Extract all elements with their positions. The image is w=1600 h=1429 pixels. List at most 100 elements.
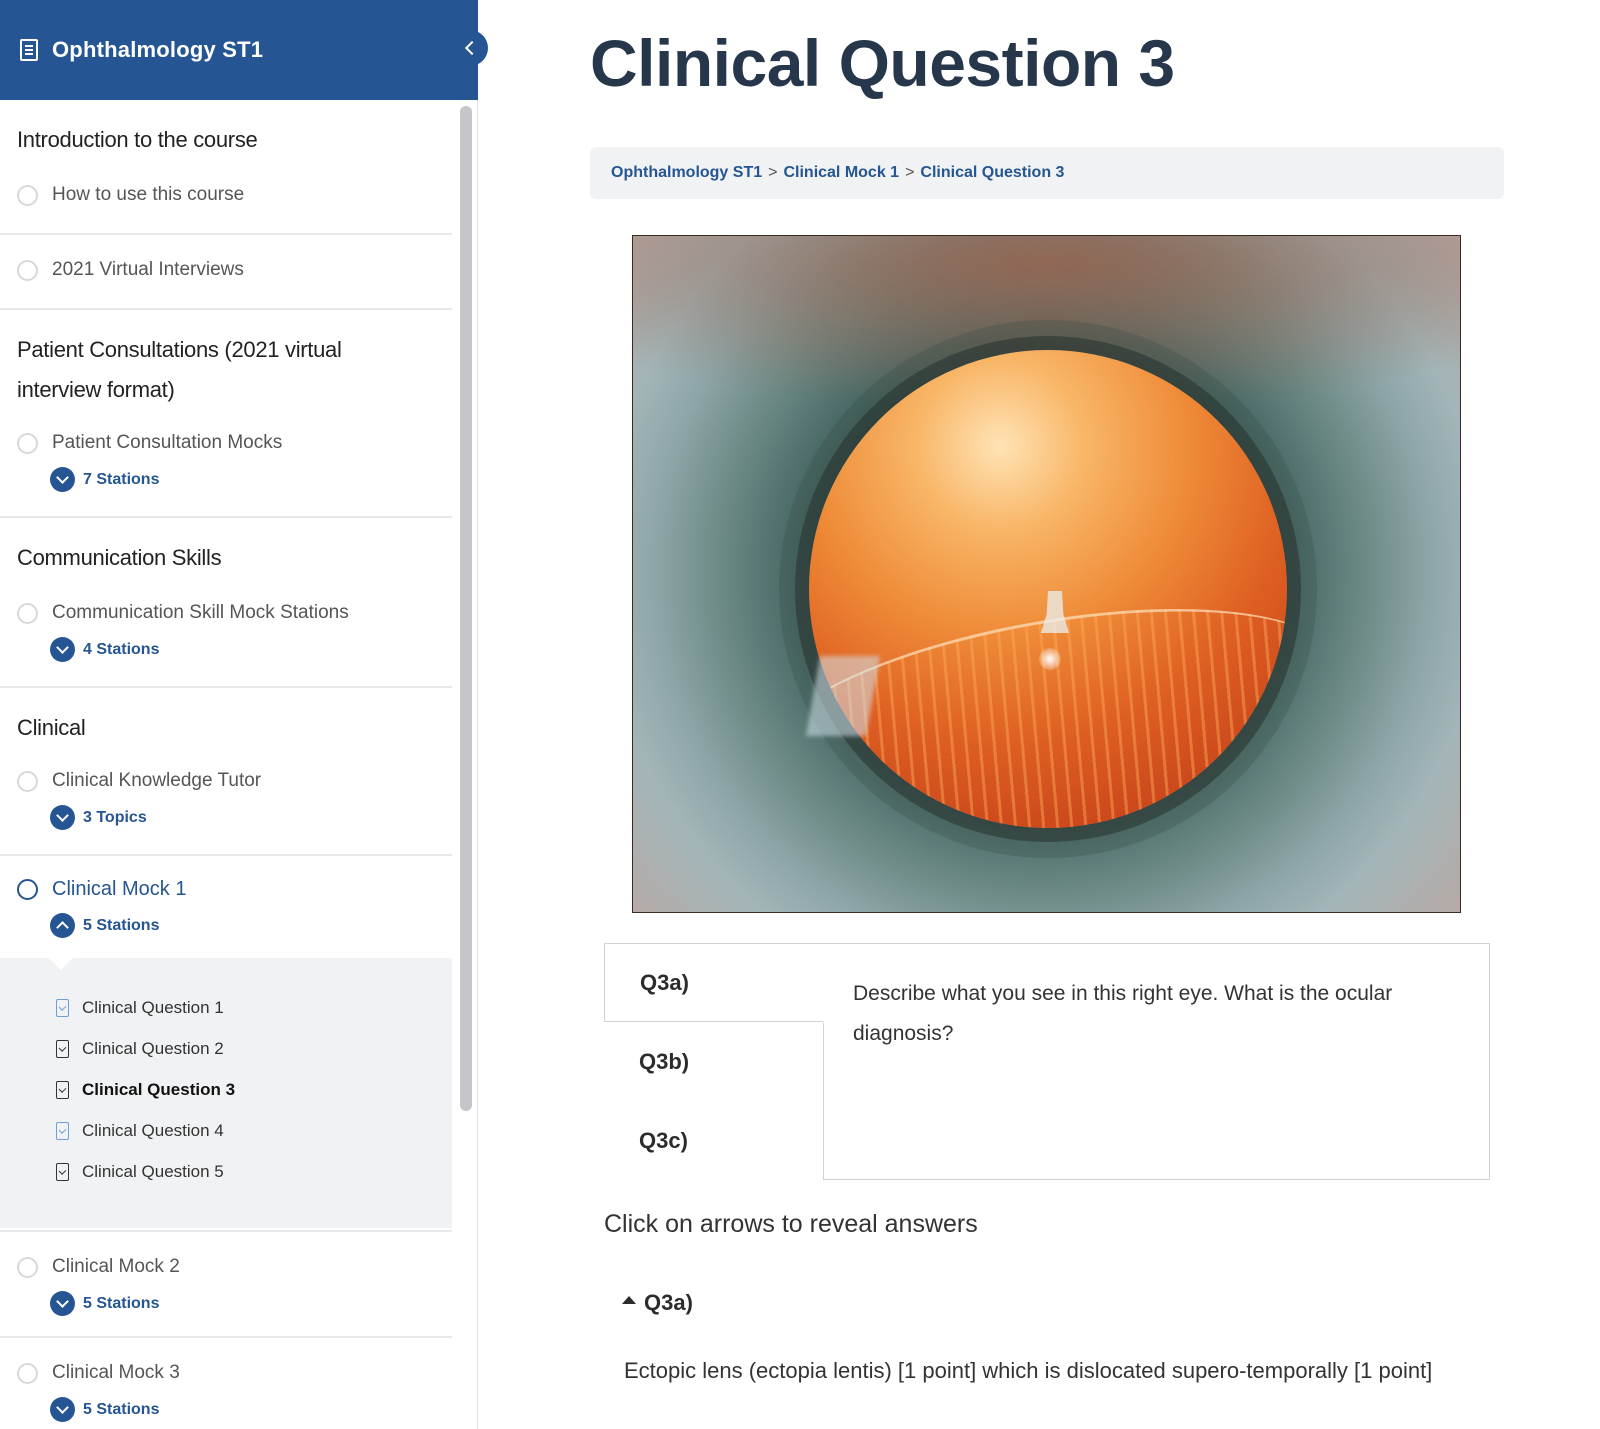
chevron-down-icon [50, 1291, 75, 1316]
collapse-stations-button[interactable]: 5 Stations [50, 913, 159, 938]
lesson-communication-mocks[interactable]: Communication Skill Mock Stations [17, 602, 349, 624]
lesson-virtual-interviews[interactable]: 2021 Virtual Interviews [17, 259, 244, 281]
breadcrumb-course-link[interactable]: Ophthalmology ST1 [611, 164, 762, 182]
chevron-left-icon [464, 40, 480, 56]
tab-q3a[interactable]: Q3a) [604, 943, 824, 1022]
lesson-label: Communication Skill Mock Stations [52, 602, 349, 623]
chevron-down-icon [50, 1397, 75, 1422]
topic-label: Clinical Question 3 [82, 1080, 236, 1099]
expander-label: 4 Stations [83, 640, 160, 658]
tab-panel: Describe what you see in this right eye.… [822, 943, 1490, 1180]
lesson-clinical-mock-2[interactable]: Clinical Mock 2 [17, 1256, 180, 1278]
expander-label: 5 Stations [83, 916, 160, 934]
course-sidebar: Ophthalmology ST1 Introduction to the co… [0, 0, 478, 1429]
section-introduction: Introduction to the course How to use th… [0, 100, 452, 235]
course-book-icon [20, 39, 38, 61]
lesson-label: Clinical Mock 2 [52, 1256, 180, 1277]
section-virtual-interviews: 2021 Virtual Interviews [0, 235, 452, 310]
sidebar-scrollbar[interactable] [458, 104, 472, 1429]
topic-icon [56, 999, 69, 1017]
chevron-down-icon [50, 805, 75, 830]
expand-stations-button[interactable]: 4 Stations [50, 637, 159, 662]
answer-accordion-toggle[interactable]: Q3a) [622, 1290, 693, 1316]
topic-clinical-question-5[interactable]: Clinical Question 5 [56, 1162, 224, 1182]
progress-circle-icon [17, 184, 38, 206]
breadcrumb-separator: > [905, 164, 915, 181]
chevron-down-icon [50, 637, 75, 662]
eye-photograph [632, 235, 1461, 913]
lesson-clinical-knowledge-tutor[interactable]: Clinical Knowledge Tutor [17, 770, 261, 792]
tab-q3c[interactable]: Q3c) [604, 1101, 824, 1180]
expand-stations-button[interactable]: 5 Stations [50, 1397, 159, 1422]
lesson-label: 2021 Virtual Interviews [52, 259, 244, 280]
topic-icon [56, 1122, 69, 1140]
tab-q3b[interactable]: Q3b) [604, 1022, 824, 1101]
expander-label: 3 Topics [83, 808, 147, 826]
page-title: Clinical Question 3 [590, 26, 1175, 100]
lesson-patient-consultation-mocks[interactable]: Patient Consultation Mocks [17, 432, 282, 454]
collapse-sidebar-button[interactable] [452, 30, 488, 66]
lesson-label: Clinical Knowledge Tutor [52, 770, 262, 791]
expand-topics-button[interactable]: 3 Topics [50, 805, 147, 830]
reveal-instruction: Click on arrows to reveal answers [604, 1210, 978, 1238]
lesson-group-clinical-mock-3: Clinical Mock 3 5 Stations [0, 1338, 452, 1429]
expander-label: 7 Stations [83, 470, 160, 488]
topic-clinical-question-4[interactable]: Clinical Question 4 [56, 1121, 224, 1141]
breadcrumb-topic-link[interactable]: Clinical Question 3 [920, 164, 1064, 182]
progress-circle-icon [17, 1256, 38, 1278]
corneal-reflex [1039, 648, 1061, 670]
caret-up-icon [622, 1296, 636, 1304]
topic-icon [56, 1081, 69, 1099]
breadcrumb-lesson-link[interactable]: Clinical Mock 1 [783, 164, 899, 182]
lesson-clinical-mock-3[interactable]: Clinical Mock 3 [17, 1362, 180, 1384]
progress-circle-icon [17, 770, 38, 792]
lesson-clinical-mock-1[interactable]: Clinical Mock 1 [17, 878, 186, 901]
lesson-group-clinical-mock-2: Clinical Mock 2 5 Stations [0, 1232, 452, 1338]
question-text: Describe what you see in this right eye.… [853, 982, 1393, 1045]
panel-notch [48, 957, 74, 970]
scrollbar-thumb[interactable] [460, 106, 472, 1111]
topic-icon [56, 1040, 69, 1058]
expand-stations-button[interactable]: 5 Stations [50, 1291, 159, 1316]
accordion-label: Q3a) [644, 1290, 693, 1315]
breadcrumb: Ophthalmology ST1 > Clinical Mock 1 > Cl… [590, 147, 1504, 199]
progress-circle-icon [17, 602, 38, 624]
topic-clinical-question-3[interactable]: Clinical Question 3 [56, 1080, 235, 1100]
expander-label: 5 Stations [83, 1400, 160, 1418]
sidebar-content: Introduction to the course How to use th… [0, 100, 452, 1429]
breadcrumb-separator: > [768, 164, 778, 181]
expander-label: 5 Stations [83, 1294, 160, 1312]
topic-label: Clinical Question 2 [82, 1039, 224, 1058]
course-header[interactable]: Ophthalmology ST1 [0, 0, 478, 100]
topic-clinical-question-1[interactable]: Clinical Question 1 [56, 998, 224, 1018]
section-title: Communication Skills [17, 545, 222, 570]
topic-clinical-question-2[interactable]: Clinical Question 2 [56, 1039, 224, 1059]
topic-label: Clinical Question 5 [82, 1162, 224, 1181]
lesson-how-to-use[interactable]: How to use this course [17, 184, 244, 206]
section-title: Clinical [17, 715, 86, 740]
topic-label: Clinical Question 4 [82, 1121, 224, 1140]
section-title: Introduction to the course [17, 127, 258, 152]
dislocated-lens [809, 350, 1287, 828]
progress-circle-icon [17, 259, 38, 281]
question-tabs: Describe what you see in this right eye.… [604, 943, 1490, 1180]
chevron-up-icon [50, 913, 75, 938]
progress-circle-icon [17, 879, 38, 900]
topic-icon [56, 1163, 69, 1181]
section-title: Patient Consultations (2021 virtual inte… [17, 337, 342, 402]
topic-label: Clinical Question 1 [82, 998, 224, 1017]
chevron-down-icon [50, 467, 75, 492]
expand-stations-button[interactable]: 7 Stations [50, 467, 159, 492]
lesson-label: How to use this course [52, 184, 245, 205]
section-patient-consultations: Patient Consultations (2021 virtual inte… [0, 310, 452, 518]
section-communication-skills: Communication Skills Communication Skill… [0, 518, 452, 688]
lesson-label: Clinical Mock 1 [52, 878, 187, 900]
answer-text: Ectopic lens (ectopia lentis) [1 point] … [624, 1358, 1433, 1383]
lesson-label: Clinical Mock 3 [52, 1362, 180, 1383]
progress-circle-icon [17, 1362, 38, 1384]
progress-circle-icon [17, 432, 38, 454]
lesson-label: Patient Consultation Mocks [52, 432, 283, 453]
topic-list: Clinical Question 1 Clinical Question 2 … [0, 957, 452, 1228]
section-clinical: Clinical Clinical Knowledge Tutor 3 Topi… [0, 688, 452, 856]
course-title: Ophthalmology ST1 [52, 37, 264, 62]
